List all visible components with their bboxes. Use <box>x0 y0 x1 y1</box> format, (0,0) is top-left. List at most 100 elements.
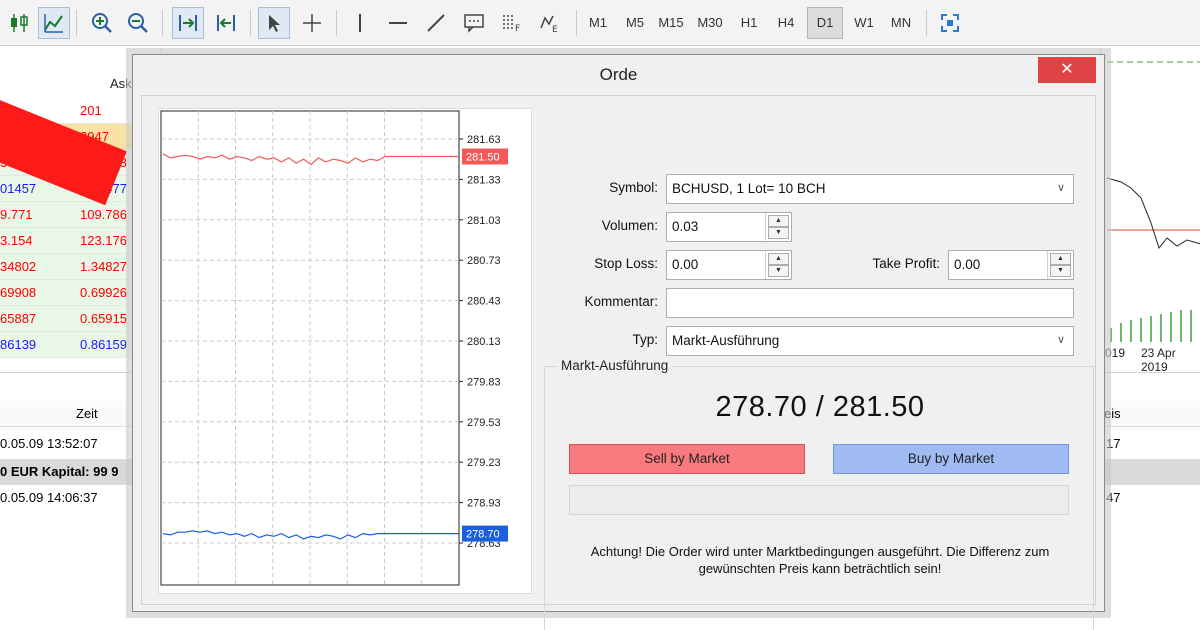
toolbar-separator <box>162 10 163 36</box>
svg-text:E: E <box>552 25 558 34</box>
spin-down-icon[interactable]: ▼ <box>768 227 789 239</box>
toolbar-separator <box>576 10 577 36</box>
close-button[interactable]: ✕ <box>1038 57 1096 83</box>
trade-price: 47 <box>1106 490 1121 505</box>
ask-price: 123.176 <box>80 233 127 248</box>
takeprofit-input[interactable]: 0.00 ▲ ▼ <box>948 250 1074 280</box>
ask-price: 109.786 <box>80 207 127 222</box>
bid-price: 65887 <box>0 311 37 326</box>
y-tick-label: 278.93 <box>467 498 501 510</box>
trade-time: 0.05.09 14:06:37 <box>0 490 98 505</box>
dialog-titlebar[interactable]: Orde ✕ <box>133 55 1104 93</box>
trendline-icon[interactable] <box>420 7 452 39</box>
tick-chart: 281.63 281.33 281.03 280.73 280.43 280.13 279.… <box>158 108 532 594</box>
timeframe-d1[interactable]: D1 <box>807 7 843 39</box>
bid-price: 34802 <box>0 259 37 274</box>
symbol-label: Symbol: <box>609 180 658 195</box>
balance-text: 0 EUR Kapital: 99 9 <box>0 464 119 479</box>
auto-scroll-icon[interactable] <box>210 7 242 39</box>
volume-label: Volumen: <box>601 218 658 233</box>
stoploss-value: 0.00 <box>672 257 699 272</box>
chevron-down-icon: ∨ <box>1056 334 1065 346</box>
symbol-select[interactable]: BCHUSD, 1 Lot= 10 BCH ∨ <box>666 174 1074 204</box>
zoom-out-icon[interactable] <box>122 7 154 39</box>
svg-text:F: F <box>515 24 520 34</box>
type-select[interactable]: Markt-Ausführung ∨ <box>666 326 1074 356</box>
main-toolbar: F E M1 M5 M15 M30 H1 H4 D1 W1 MN <box>0 0 1200 46</box>
bid-price-tag: 278.70 <box>466 529 500 541</box>
y-tick-label: 279.53 <box>467 417 501 429</box>
timeframe-h4[interactable]: H4 <box>768 7 804 39</box>
takeprofit-value: 0.00 <box>954 257 981 272</box>
background-chart-plot <box>1106 61 1200 342</box>
timeframe-w1[interactable]: W1 <box>846 7 882 39</box>
market-execution-group: Markt-Ausführung 278.70 / 281.50 Sell by… <box>544 358 1094 630</box>
y-tick-label: 280.73 <box>467 255 501 267</box>
stoploss-stepper[interactable]: ▲ ▼ <box>765 251 791 279</box>
comment-input[interactable] <box>666 288 1074 318</box>
y-tick-label: 281.33 <box>467 174 501 186</box>
zoom-in-icon[interactable] <box>86 7 118 39</box>
chart-date-label: 23 Apr 2019 <box>1141 346 1176 374</box>
horizontal-line-icon[interactable] <box>382 7 414 39</box>
text-label-icon[interactable] <box>458 7 490 39</box>
bid-price: 86139 <box>0 337 37 352</box>
crosshair-icon[interactable] <box>296 7 328 39</box>
ask-column-header: Ask <box>110 76 132 91</box>
timeframe-h1[interactable]: H1 <box>731 7 767 39</box>
y-tick-label: 281.03 <box>467 215 501 227</box>
ask-price: 0.69926 <box>80 285 127 300</box>
timeframe-mn[interactable]: MN <box>883 7 919 39</box>
spin-up-icon[interactable]: ▲ <box>768 253 789 265</box>
ask-price: 201 <box>80 103 102 118</box>
timeframe-m1[interactable]: M1 <box>580 7 616 39</box>
takeprofit-label: Take Profit: <box>872 256 940 271</box>
price-column-header: eis <box>1104 406 1121 421</box>
cursor-icon[interactable] <box>258 7 290 39</box>
spin-down-icon[interactable]: ▼ <box>768 265 789 277</box>
bid-price: 69908 <box>0 285 37 300</box>
spin-up-icon[interactable]: ▲ <box>768 215 789 227</box>
ask-price: 0.86159 <box>80 337 127 352</box>
timeframe-m5[interactable]: M5 <box>617 7 653 39</box>
y-tick-label: 280.13 <box>467 336 501 348</box>
bid-price: 9.771 <box>0 207 33 222</box>
sell-by-market-button[interactable]: Sell by Market <box>569 444 805 474</box>
volume-input[interactable]: 0.03 ▲ ▼ <box>666 212 792 242</box>
toolbar-separator <box>76 10 77 36</box>
toolbar-separator <box>926 10 927 36</box>
bid-price: 3.154 <box>0 233 33 248</box>
bid-price: 01457 <box>0 181 37 196</box>
group-title: Markt-Ausführung <box>557 358 673 373</box>
trade-time: 0.05.09 13:52:07 <box>0 436 98 451</box>
candlestick-chart-icon[interactable] <box>4 7 36 39</box>
volume-stepper[interactable]: ▲ ▼ <box>765 213 791 241</box>
tick-chart-plot: 281.63 281.33 281.03 280.73 280.43 280.13 279.… <box>160 110 508 586</box>
stoploss-input[interactable]: 0.00 ▲ ▼ <box>666 250 792 280</box>
ask-price: 1.34827 <box>80 259 127 274</box>
ask-price: 0.65915 <box>80 311 127 326</box>
y-tick-label: 280.43 <box>467 296 501 308</box>
takeprofit-stepper[interactable]: ▲ ▼ <box>1047 251 1073 279</box>
timeframe-m15[interactable]: M15 <box>653 7 689 39</box>
volume-value: 0.03 <box>672 219 699 234</box>
timeframe-m30[interactable]: M30 <box>692 7 728 39</box>
spin-down-icon[interactable]: ▼ <box>1050 265 1071 277</box>
elliott-icon[interactable]: E <box>534 7 566 39</box>
ask-price-tag: 281.50 <box>466 152 500 164</box>
fullscreen-icon[interactable] <box>934 7 966 39</box>
buy-by-market-button[interactable]: Buy by Market <box>833 444 1069 474</box>
type-label: Typ: <box>632 332 658 347</box>
toolbar-separator <box>250 10 251 36</box>
order-dialog: Orde ✕ 281.63 281.33 281.03 280.73 280.43 280… <box>132 54 1105 630</box>
chevron-down-icon: ∨ <box>1056 182 1065 194</box>
fibonacci-icon[interactable]: F <box>496 7 528 39</box>
time-column-header: Zeit <box>76 406 98 421</box>
chart-shift-icon[interactable] <box>172 7 204 39</box>
bid-ask-prices: 278.70 / 281.50 <box>715 391 925 423</box>
line-chart-icon[interactable] <box>38 7 70 39</box>
spin-up-icon[interactable]: ▲ <box>1050 253 1071 265</box>
vertical-line-icon[interactable] <box>344 7 376 39</box>
stoploss-label: Stop Loss: <box>594 256 658 271</box>
status-box <box>569 485 1069 515</box>
